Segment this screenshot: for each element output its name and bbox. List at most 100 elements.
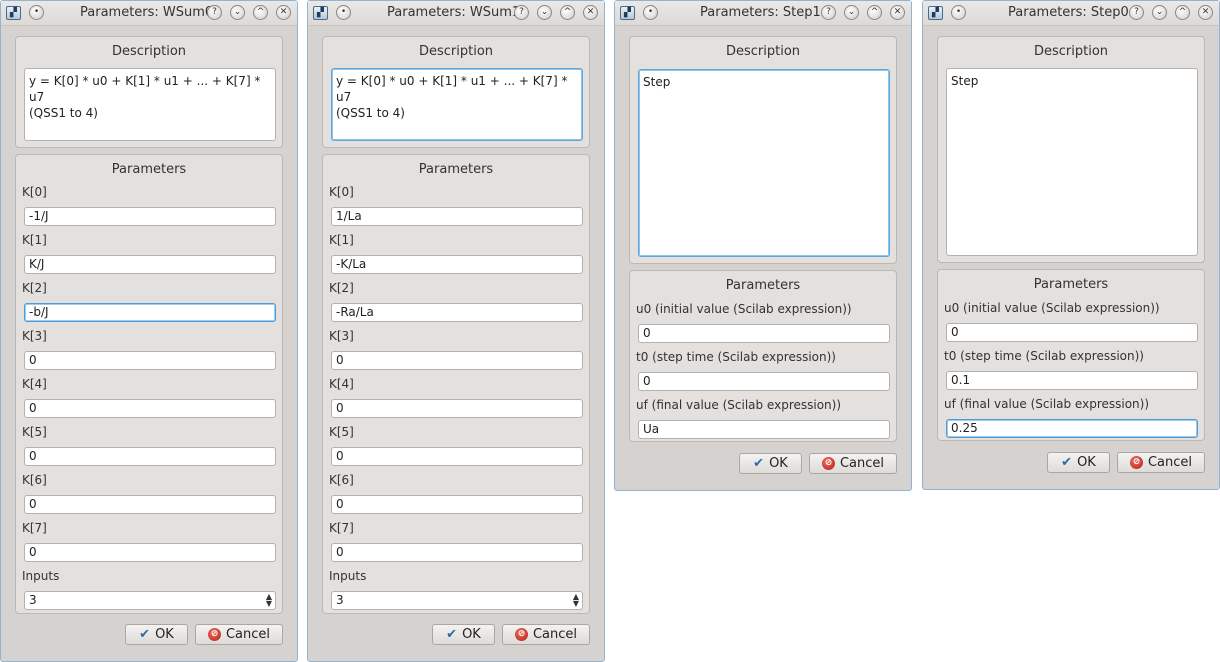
help-button[interactable]: ?	[1129, 5, 1144, 20]
maximize-button[interactable]: ^	[1175, 5, 1190, 20]
close-button[interactable]: ✕	[890, 5, 905, 20]
k0-input[interactable]: -1/J	[24, 207, 276, 226]
help-button[interactable]: ?	[514, 5, 529, 20]
description-textarea[interactable]: Step	[638, 69, 890, 257]
close-button[interactable]: ✕	[276, 5, 291, 20]
field-label: K[1]	[329, 233, 354, 247]
k4-input[interactable]: 0	[331, 399, 583, 418]
app-icon[interactable]: ▞	[313, 6, 328, 20]
field-label: K[7]	[22, 521, 47, 535]
k5-input[interactable]: 0	[24, 447, 276, 466]
titlebar[interactable]: ▞ • Parameters: WSum0 ? ⌄ ^ ✕	[1, 1, 297, 26]
cancel-button[interactable]: ⊘ Cancel	[1117, 452, 1205, 473]
dialog-wsum0: ▞ • Parameters: WSum0 ? ⌄ ^ ✕ Descriptio…	[0, 0, 298, 662]
cancel-button[interactable]: ⊘ Cancel	[195, 624, 283, 645]
ok-label: OK	[769, 456, 788, 471]
k1-input[interactable]: K/J	[24, 255, 276, 274]
description-heading: Description	[725, 44, 801, 59]
cancel-button[interactable]: ⊘ Cancel	[809, 453, 897, 474]
description-heading: Description	[418, 44, 494, 59]
field-label: uf (final value (Scilab expression))	[636, 398, 842, 412]
dialog-wsum1: ▞ • Parameters: WSum1 ? ⌄ ^ ✕ Descriptio…	[307, 0, 605, 662]
description-group: Description y = K[0] * u0 + K[1] * u1 + …	[15, 36, 283, 148]
maximize-button[interactable]: ^	[560, 5, 575, 20]
description-textarea[interactable]: Step	[946, 68, 1198, 256]
minimize-button[interactable]: ⌄	[844, 5, 859, 20]
k7-input[interactable]: 0	[24, 543, 276, 562]
minimize-button[interactable]: ⌄	[537, 5, 552, 20]
cancel-icon: ⊘	[1129, 456, 1143, 469]
window-menu-button[interactable]: •	[643, 5, 658, 20]
k7-input[interactable]: 0	[331, 543, 583, 562]
k2-input[interactable]: -b/J	[24, 303, 276, 322]
window-title: Parameters: WSum0	[80, 5, 214, 20]
field-label: u0 (initial value (Scilab expression))	[636, 302, 852, 316]
window-menu-button[interactable]: •	[336, 5, 351, 20]
ok-label: OK	[155, 627, 174, 642]
field-label: K[6]	[329, 473, 354, 487]
parameters-heading: Parameters	[1033, 277, 1109, 292]
app-icon[interactable]: ▞	[620, 6, 635, 20]
ok-button[interactable]: ✔ OK	[432, 624, 495, 645]
k4-input[interactable]: 0	[24, 399, 276, 418]
t0-input[interactable]: 0	[638, 372, 890, 391]
close-button[interactable]: ✕	[1198, 5, 1213, 20]
k6-input[interactable]: 0	[24, 495, 276, 514]
titlebar[interactable]: ▞ • Parameters: WSum1 ? ⌄ ^ ✕	[308, 1, 604, 26]
inputs-spinbox[interactable]: 3 ▲ ▼	[24, 591, 276, 610]
spin-arrows-icon[interactable]: ▲ ▼	[266, 593, 272, 608]
help-button[interactable]: ?	[207, 5, 222, 20]
dialog-step0: ▞ • Parameters: Step0 ? ⌄ ^ ✕ Descriptio…	[922, 0, 1220, 490]
k1-input[interactable]: -K/La	[331, 255, 583, 274]
parameters-group: Parameters u0 (initial value (Scilab exp…	[937, 269, 1205, 441]
u0-input[interactable]: 0	[638, 324, 890, 343]
titlebar[interactable]: ▞ • Parameters: Step1 ? ⌄ ^ ✕	[615, 1, 911, 26]
spin-arrows-icon[interactable]: ▲ ▼	[573, 593, 579, 608]
k3-input[interactable]: 0	[24, 351, 276, 370]
uf-input[interactable]: Ua	[638, 420, 890, 439]
field-label: uf (final value (Scilab expression))	[944, 397, 1150, 411]
minimize-button[interactable]: ⌄	[1152, 5, 1167, 20]
t0-input[interactable]: 0.1	[946, 371, 1198, 390]
u0-input[interactable]: 0	[946, 323, 1198, 342]
window-title: Parameters: Step1	[700, 5, 821, 20]
help-button[interactable]: ?	[821, 5, 836, 20]
field-label: K[7]	[329, 521, 354, 535]
cancel-icon: ⊘	[207, 628, 221, 641]
window-title: Parameters: Step0	[1008, 5, 1129, 20]
checkmark-icon: ✔	[1061, 455, 1073, 470]
ok-button[interactable]: ✔ OK	[1047, 452, 1110, 473]
parameters-heading: Parameters	[418, 162, 494, 177]
ok-button[interactable]: ✔ OK	[739, 453, 802, 474]
maximize-button[interactable]: ^	[867, 5, 882, 20]
field-label: K[0]	[22, 185, 47, 199]
k0-input[interactable]: 1/La	[331, 207, 583, 226]
k3-input[interactable]: 0	[331, 351, 583, 370]
description-textarea[interactable]: y = K[0] * u0 + K[1] * u1 + ... + K[7] *…	[331, 68, 583, 141]
cancel-button[interactable]: ⊘ Cancel	[502, 624, 590, 645]
titlebar[interactable]: ▞ • Parameters: Step0 ? ⌄ ^ ✕	[923, 1, 1219, 26]
field-label: t0 (step time (Scilab expression))	[636, 350, 836, 364]
window-menu-button[interactable]: •	[951, 5, 966, 20]
field-label: t0 (step time (Scilab expression))	[944, 349, 1144, 363]
k5-input[interactable]: 0	[331, 447, 583, 466]
description-group: Description y = K[0] * u0 + K[1] * u1 + …	[322, 36, 590, 148]
dialog-step1: ▞ • Parameters: Step1 ? ⌄ ^ ✕ Descriptio…	[614, 0, 912, 491]
description-textarea[interactable]: y = K[0] * u0 + K[1] * u1 + ... + K[7] *…	[24, 68, 276, 141]
app-icon[interactable]: ▞	[6, 6, 21, 20]
inputs-spinbox[interactable]: 3 ▲ ▼	[331, 591, 583, 610]
minimize-button[interactable]: ⌄	[230, 5, 245, 20]
ok-button[interactable]: ✔ OK	[125, 624, 188, 645]
cancel-icon: ⊘	[514, 628, 528, 641]
ok-label: OK	[462, 627, 481, 642]
app-icon[interactable]: ▞	[928, 6, 943, 20]
k2-input[interactable]: -Ra/La	[331, 303, 583, 322]
maximize-button[interactable]: ^	[253, 5, 268, 20]
inputs-label: Inputs	[22, 569, 60, 583]
inputs-spinbox-value: 3	[29, 593, 37, 607]
window-menu-button[interactable]: •	[29, 5, 44, 20]
k6-input[interactable]: 0	[331, 495, 583, 514]
uf-input[interactable]: 0.25	[946, 419, 1198, 438]
checkmark-icon: ✔	[446, 627, 458, 642]
close-button[interactable]: ✕	[583, 5, 598, 20]
